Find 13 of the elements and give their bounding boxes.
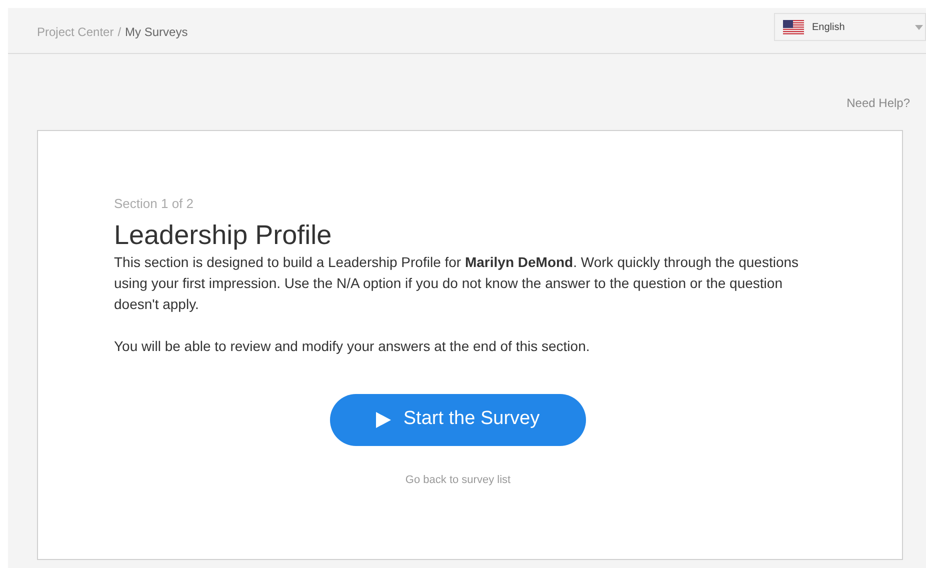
- breadcrumb-current: My Surveys: [125, 24, 188, 40]
- start-survey-button[interactable]: Start the Survey: [330, 394, 586, 446]
- breadcrumb-link[interactable]: Project Center: [37, 22, 114, 40]
- play-icon: [376, 412, 392, 428]
- help-link[interactable]: Need Help?: [846, 94, 910, 112]
- caret-icon: [915, 24, 923, 30]
- section-title: Leadership Profile: [114, 218, 333, 252]
- language-select[interactable]: English: [774, 13, 926, 41]
- back-link[interactable]: Go back to survey list: [405, 472, 511, 488]
- flag-icon: [783, 20, 804, 34]
- section-description: You will be able to review and modify your answers at the end of this section.: [114, 336, 591, 356]
- breadcrumb-separator: /: [118, 24, 122, 40]
- section-description: This section is designed to build a Leadership Profile for Marilyn DeMond. Work quickly through the questions using your first impression. Use the N/A option if you do not know the answer to the question or the question doesn't apply.: [114, 252, 800, 314]
